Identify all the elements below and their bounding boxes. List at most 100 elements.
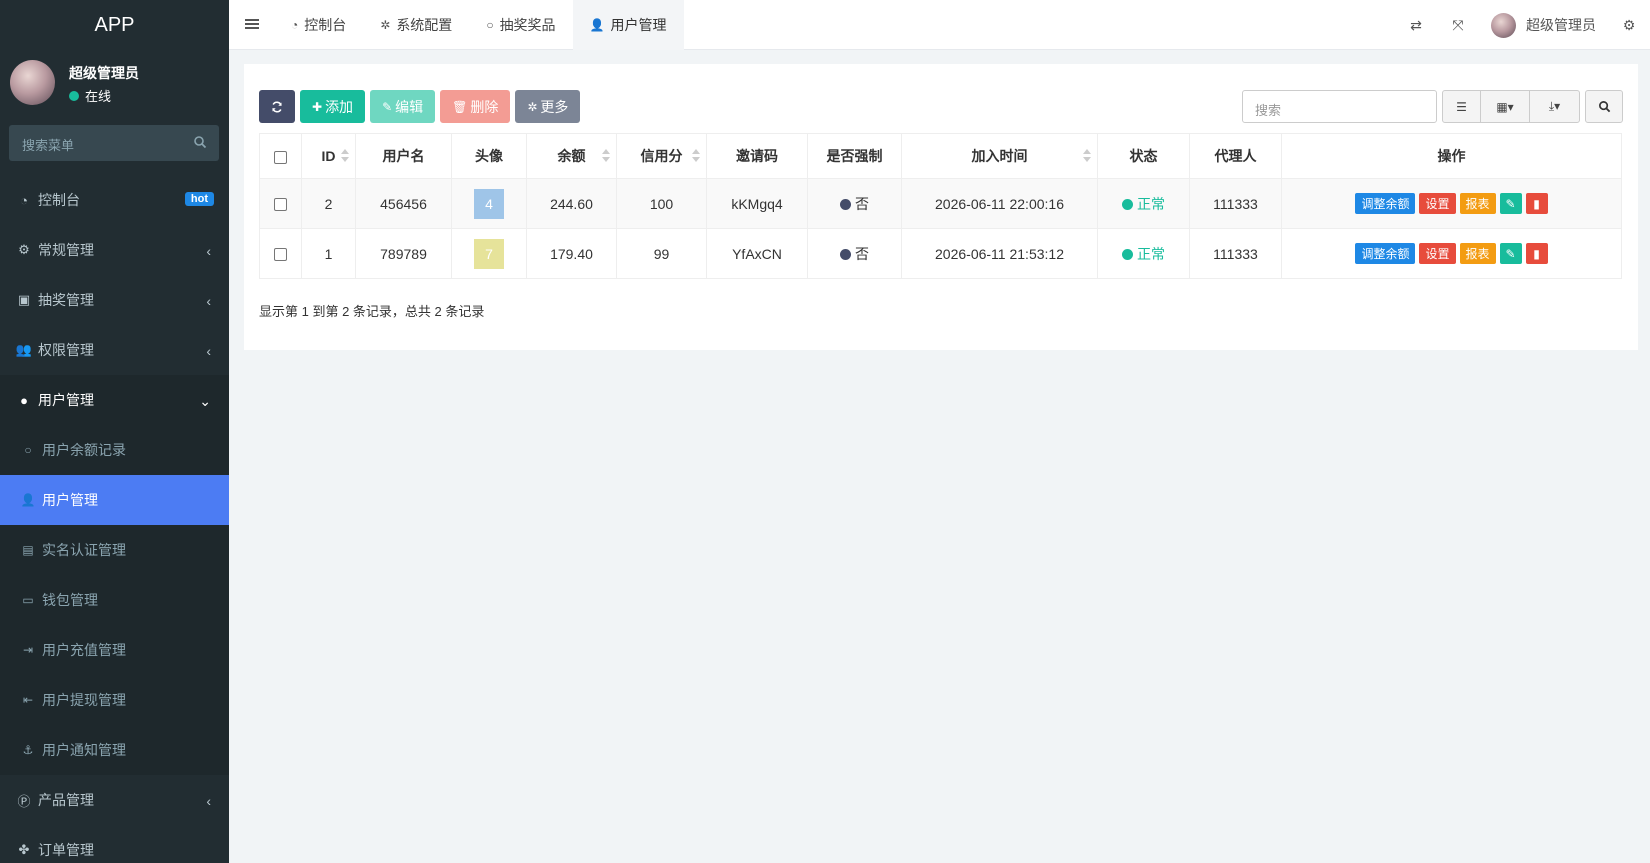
sort-icon[interactable] — [1083, 149, 1091, 163]
sidebar-item-product[interactable]: Ⓟ 产品管理 ‹ — [0, 775, 229, 825]
avatar[interactable]: 4 — [474, 188, 504, 219]
language-icon[interactable]: ⇄ — [1395, 0, 1437, 50]
cell-join-time: 2026-06-11 21:53:12 — [901, 228, 1098, 279]
sidebar-item-label: 权限管理 — [38, 342, 94, 358]
row-checkbox[interactable] — [274, 198, 287, 212]
sidebar-subitem-user-management[interactable]: 👤 用户管理 — [0, 475, 229, 525]
status-dot-icon — [1122, 198, 1133, 210]
search-button[interactable] — [1585, 90, 1623, 123]
row-delete-button[interactable]: ▮ — [1525, 243, 1548, 264]
cell-id: 1 — [301, 228, 356, 279]
sidebar-subitem-recharge[interactable]: ⇥ 用户充值管理 — [0, 625, 229, 675]
sidebar-item-permission[interactable]: 👥 权限管理 ‹ — [0, 325, 229, 375]
status-dot-icon — [840, 248, 851, 260]
tab-label: 控制台 — [304, 17, 347, 33]
chevron-left-icon: ‹ — [206, 293, 211, 309]
avatar — [1491, 12, 1516, 38]
row-checkbox[interactable] — [274, 248, 287, 262]
table-row[interactable]: 1 789789 7 179.40 99 YfAxCN 否 2026-06-11… — [259, 228, 1622, 279]
status-badge[interactable]: 正常 — [1122, 196, 1165, 212]
cell-invite-code: kKMgq4 — [706, 178, 808, 229]
tab-user-management[interactable]: 👤 用户管理 — [572, 0, 684, 50]
sidebar-item-order[interactable]: ✤ 订单管理 — [0, 825, 229, 863]
gear-icon: ✲ — [380, 18, 391, 32]
content-panel: ✚ 添加 ✎ 编辑 🗑 删除 ✲ 更多 搜索 ☰ ▦▾ ⤓▾ ID 用户名 头像… — [244, 64, 1638, 350]
refresh-icon — [272, 101, 282, 112]
row-delete-button[interactable]: ▮ — [1525, 193, 1548, 214]
select-all-checkbox[interactable] — [274, 150, 287, 164]
user-status: 在线 — [69, 86, 111, 105]
tab-dashboard[interactable]: ◔ 控制台 — [274, 0, 363, 50]
export-button[interactable]: ⤓▾ — [1530, 91, 1579, 122]
header-balance[interactable]: 余额 — [526, 133, 617, 179]
cell-agent: 111333 — [1189, 178, 1282, 229]
sidebar-subitem-withdraw[interactable]: ⇤ 用户提现管理 — [0, 675, 229, 725]
row-actions: 调整余额 设置 报表 ✎ ▮ — [1353, 193, 1549, 214]
edit-button[interactable]: ✎ 编辑 — [370, 90, 436, 123]
pencil-icon: ✎ — [1505, 196, 1516, 211]
table-search-input[interactable]: 搜索 — [1242, 90, 1437, 123]
table-row[interactable]: 2 456456 4 244.60 100 kKMgq4 否 2026-06-1… — [259, 178, 1622, 229]
circle-o-icon: ○ — [486, 18, 494, 32]
delete-button[interactable]: 🗑 删除 — [440, 90, 511, 123]
refresh-button[interactable] — [259, 90, 295, 123]
toggle-view-button[interactable]: ☰ — [1443, 91, 1481, 122]
status-label: 正常 — [1137, 195, 1165, 212]
tab-system-config[interactable]: ✲ 系统配置 — [363, 0, 469, 50]
sidebar-item-dashboard[interactable]: ◔ 控制台 hot — [0, 175, 229, 225]
sidebar: APP 超级管理员 在线 搜索菜单 ◔ 控制台 hot ⚙ 常规管理 ‹ ▣ 抽… — [0, 0, 229, 863]
status-badge[interactable]: 正常 — [1122, 246, 1165, 262]
sidebar-subitem-realname[interactable]: ▤ 实名认证管理 — [0, 525, 229, 575]
settings-button[interactable]: 设置 — [1419, 193, 1456, 214]
row-edit-button[interactable]: ✎ — [1499, 193, 1522, 214]
row-edit-button[interactable]: ✎ — [1499, 243, 1522, 264]
sort-icon[interactable] — [692, 149, 700, 163]
sidebar-subitem-wallet[interactable]: ▭ 钱包管理 — [0, 575, 229, 625]
header-join-time[interactable]: 加入时间 — [901, 133, 1098, 179]
gift-icon: ▣ — [17, 292, 31, 307]
header-label: 是否强制 — [826, 148, 883, 164]
user-submenu: ○ 用户余额记录 👤 用户管理 ▤ 实名认证管理 ▭ 钱包管理 ⇥ 用户充值管理… — [0, 425, 229, 775]
sidebar-item-user-management[interactable]: ● 用户管理 ⌄ — [0, 375, 229, 425]
search-icon[interactable] — [193, 135, 207, 149]
adjust-balance-button[interactable]: 调整余额 — [1355, 243, 1416, 264]
columns-button[interactable]: ▦▾ — [1481, 91, 1530, 122]
order-icon: ✤ — [18, 842, 30, 857]
sidebar-search-input[interactable]: 搜索菜单 — [9, 125, 219, 161]
sidebar-item-lottery[interactable]: ▣ 抽奖管理 ‹ — [0, 275, 229, 325]
add-button[interactable]: ✚ 添加 — [300, 90, 366, 123]
header-label: 信用分 — [640, 148, 683, 164]
settings-button[interactable]: 设置 — [1419, 243, 1456, 264]
cell-status: 正常 — [1097, 178, 1190, 229]
forced-label: 否 — [855, 195, 869, 212]
pagination-summary: 显示第 1 到第 2 条记录，总共 2 条记录 — [259, 304, 485, 319]
add-button-label: 添加 — [325, 98, 354, 115]
header-avatar: 头像 — [451, 133, 527, 179]
sidebar-subitem-balance-log[interactable]: ○ 用户余额记录 — [0, 425, 229, 475]
cell-actions: 调整余额 设置 报表 ✎ ▮ — [1281, 178, 1622, 229]
fullscreen-icon[interactable]: ⤧ — [1437, 0, 1479, 50]
header-id[interactable]: ID — [301, 133, 356, 179]
sidebar-subitem-notice[interactable]: ⚓ 用户通知管理 — [0, 725, 229, 775]
app-logo[interactable]: APP — [0, 0, 229, 50]
cell-id: 2 — [301, 178, 356, 229]
status-label: 正常 — [1137, 245, 1165, 262]
sidebar-item-general[interactable]: ⚙ 常规管理 ‹ — [0, 225, 229, 275]
sort-icon[interactable] — [602, 149, 610, 163]
sort-icon[interactable] — [341, 149, 349, 163]
cell-credit: 99 — [616, 228, 707, 279]
adjust-balance-button[interactable]: 调整余额 — [1355, 193, 1416, 214]
avatar[interactable]: 7 — [474, 238, 504, 269]
cogs-icon[interactable]: ⚙ — [1608, 0, 1650, 50]
more-button[interactable]: ✲ 更多 — [515, 90, 581, 123]
report-button[interactable]: 报表 — [1459, 243, 1496, 264]
user-circle-icon: ● — [20, 392, 28, 408]
tab-lottery-prizes[interactable]: ○ 抽奖奖品 — [469, 0, 572, 50]
hamburger-menu-icon[interactable] — [245, 17, 259, 31]
product-icon: Ⓟ — [17, 793, 31, 809]
report-button[interactable]: 报表 — [1459, 193, 1496, 214]
header-credit[interactable]: 信用分 — [616, 133, 707, 179]
pencil-icon: ✎ — [382, 99, 393, 114]
header-label: 余额 — [557, 148, 586, 164]
navbar-user-menu[interactable]: 超级管理员 — [1479, 0, 1608, 50]
